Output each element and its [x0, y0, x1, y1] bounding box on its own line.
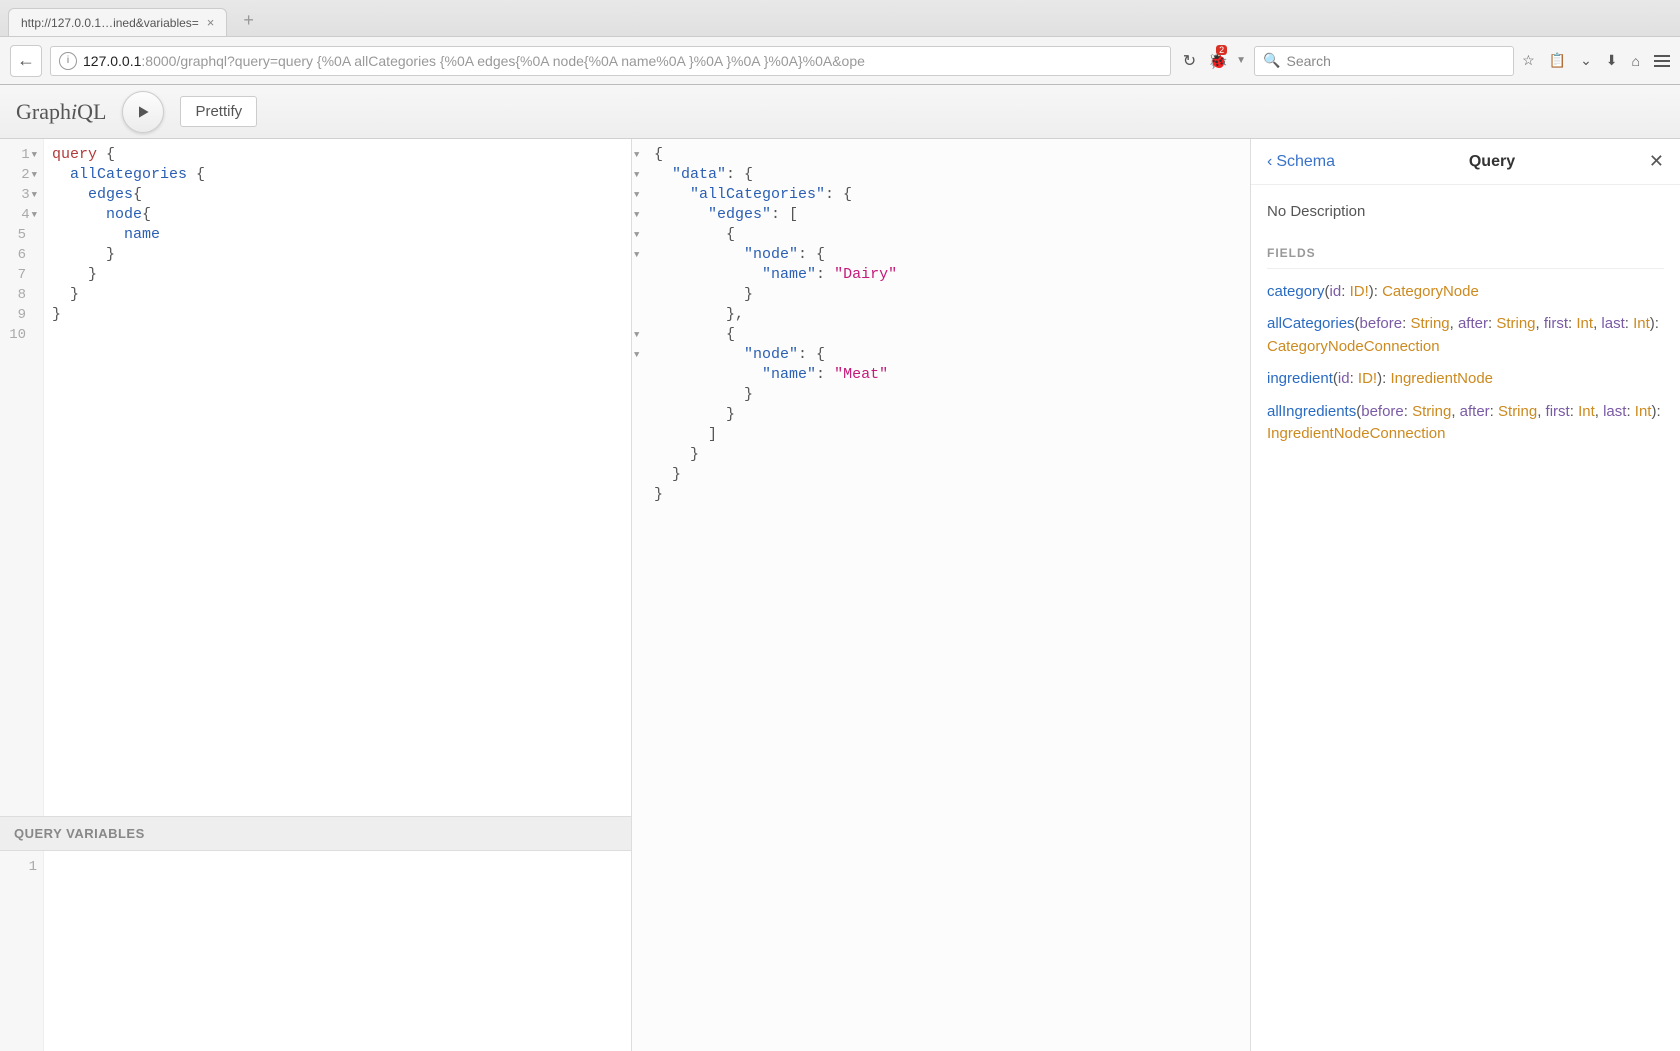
variables-gutter: 1: [0, 851, 44, 1051]
pocket-icon[interactable]: ⌄: [1580, 52, 1592, 69]
docs-close-button[interactable]: ✕: [1649, 151, 1664, 172]
fold-icon[interactable]: ▼: [634, 330, 639, 340]
line-number: 8: [0, 285, 37, 305]
search-icon: 🔍: [1263, 52, 1280, 69]
star-icon[interactable]: ☆: [1522, 52, 1535, 69]
line-number: 4▼: [0, 205, 37, 225]
home-icon[interactable]: ⌂: [1632, 53, 1640, 69]
extension-icon[interactable]: 🐞2: [1208, 51, 1228, 71]
fold-icon[interactable]: ▼: [32, 205, 37, 225]
fold-icon[interactable]: ▼: [634, 350, 639, 360]
clipboard-icon[interactable]: 📋: [1549, 52, 1566, 69]
menu-icon[interactable]: [1654, 55, 1670, 67]
download-icon[interactable]: ⬇: [1606, 52, 1618, 69]
prettify-button[interactable]: Prettify: [180, 96, 257, 127]
editor-column: 1▼2▼3▼4▼5678910 query { allCategories { …: [0, 139, 632, 1051]
browser-tab[interactable]: http://127.0.0.1…ined&variables= ×: [8, 8, 227, 36]
fold-icon[interactable]: ▼: [634, 150, 639, 160]
docs-back-button[interactable]: ‹ Schema: [1267, 153, 1335, 171]
query-variables-header[interactable]: QUERY VARIABLES: [0, 816, 631, 851]
line-number: 9: [0, 305, 37, 325]
graphiql-logo: GraphiQL: [16, 99, 106, 125]
url-input[interactable]: i 127.0.0.1:8000/graphql?query=query {%0…: [50, 46, 1171, 76]
line-number: 2▼: [0, 165, 37, 185]
chevron-left-icon: ‹: [1267, 153, 1272, 171]
url-path: :8000/graphql?query=query {%0A allCatego…: [141, 53, 865, 69]
fold-icon[interactable]: ▼: [634, 250, 639, 260]
docs-header: ‹ Schema Query ✕: [1251, 139, 1680, 185]
site-info-icon[interactable]: i: [59, 52, 77, 70]
docs-panel: ‹ Schema Query ✕ No Description FIELDS c…: [1250, 139, 1680, 1051]
main-area: 1▼2▼3▼4▼5678910 query { allCategories { …: [0, 139, 1680, 1051]
graphiql-toolbar: GraphiQL Prettify: [0, 85, 1680, 139]
tab-strip: http://127.0.0.1…ined&variables= × +: [0, 0, 1680, 36]
docs-body: No Description FIELDS category(id: ID!):…: [1251, 185, 1680, 472]
query-code[interactable]: query { allCategories { edges{ node{ nam…: [44, 139, 631, 816]
url-bar-row: ← i 127.0.0.1:8000/graphql?query=query {…: [0, 36, 1680, 84]
badge-count: 2: [1216, 45, 1227, 55]
new-tab-button[interactable]: +: [235, 7, 262, 34]
line-number: 1▼: [0, 145, 37, 165]
tab-title: http://127.0.0.1…ined&variables=: [21, 16, 199, 30]
play-icon: [135, 104, 151, 120]
chevron-down-icon[interactable]: ▼: [1236, 55, 1246, 66]
line-number: 1: [0, 857, 37, 877]
docs-back-label: Schema: [1276, 153, 1335, 171]
fold-icon[interactable]: ▼: [32, 145, 37, 165]
browser-chrome: http://127.0.0.1…ined&variables= × + ← i…: [0, 0, 1680, 85]
docs-fields-list: category(id: ID!): CategoryNode allCatego…: [1267, 281, 1664, 446]
search-placeholder: Search: [1287, 53, 1331, 69]
line-number: 10: [0, 325, 37, 345]
line-number: 5: [0, 225, 37, 245]
close-icon[interactable]: ×: [207, 15, 215, 30]
line-number: 3▼: [0, 185, 37, 205]
fold-icon[interactable]: ▼: [634, 210, 639, 220]
line-gutter: 1▼2▼3▼4▼5678910: [0, 139, 44, 816]
fold-icon[interactable]: ▼: [634, 230, 639, 240]
docs-field[interactable]: ingredient(id: ID!): IngredientNode: [1267, 368, 1664, 391]
toolbar-icons: ☆ 📋 ⌄ ⬇ ⌂: [1522, 52, 1670, 69]
reload-icon[interactable]: ↻: [1179, 51, 1200, 71]
result-code[interactable]: { "data": { "allCategories": { "edges": …: [646, 139, 1250, 1051]
url-host: 127.0.0.1: [83, 53, 141, 69]
result-pane: ▼ ▼ ▼ ▼ ▼ ▼ ▼ ▼ { "data": { "allCategories": {…: [632, 139, 1250, 1051]
line-number: 6: [0, 245, 37, 265]
variables-editor[interactable]: 1: [0, 851, 631, 1051]
docs-field[interactable]: allIngredients(before: String, after: St…: [1267, 401, 1664, 446]
docs-title: Query: [1469, 153, 1515, 171]
fold-icon[interactable]: ▼: [634, 170, 639, 180]
fold-icon[interactable]: ▼: [32, 185, 37, 205]
search-input[interactable]: 🔍 Search: [1254, 46, 1514, 76]
fields-label: FIELDS: [1267, 244, 1664, 269]
fold-icon[interactable]: ▼: [32, 165, 37, 185]
query-editor[interactable]: 1▼2▼3▼4▼5678910 query { allCategories { …: [0, 139, 631, 816]
fold-icon[interactable]: ▼: [634, 190, 639, 200]
result-fold-gutter: ▼ ▼ ▼ ▼ ▼ ▼ ▼ ▼: [632, 139, 646, 1051]
docs-description: No Description: [1267, 201, 1664, 224]
back-button[interactable]: ←: [10, 45, 42, 77]
docs-field[interactable]: category(id: ID!): CategoryNode: [1267, 281, 1664, 304]
variables-code[interactable]: [44, 851, 631, 1051]
line-number: 7: [0, 265, 37, 285]
docs-field[interactable]: allCategories(before: String, after: Str…: [1267, 313, 1664, 358]
execute-button[interactable]: [122, 91, 164, 133]
